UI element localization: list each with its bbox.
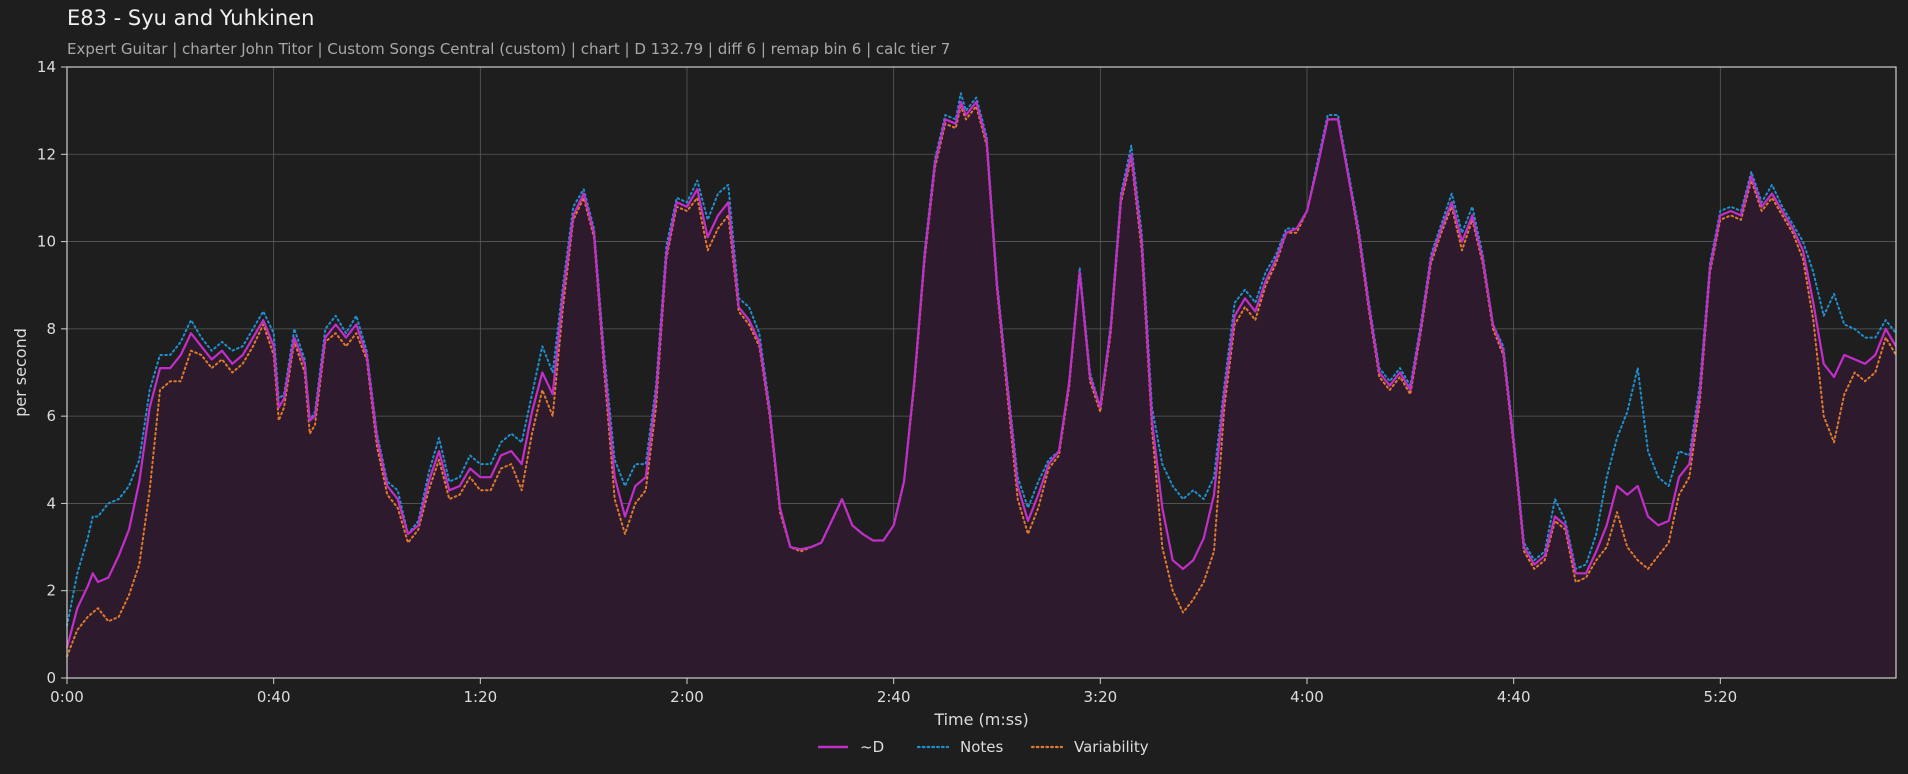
x-tick-label: 2:40 — [877, 688, 911, 706]
line-chart: 0:00 0:40 1:20 2:00 2:40 3:20 4:00 4:40 5:20 0 2 4… — [11, 58, 1897, 756]
d-area-fill — [67, 101, 1896, 678]
legend-item: Notes — [916, 738, 1004, 756]
y-tick-label: 10 — [37, 233, 56, 251]
y-tick-label: 6 — [46, 407, 56, 425]
x-tick-label: 3:20 — [1083, 688, 1117, 706]
y-tick-label: 14 — [37, 58, 56, 76]
x-tick-label: 4:40 — [1497, 688, 1531, 706]
legend-label: Variability — [1074, 738, 1149, 756]
x-tick-label: 0:00 — [50, 688, 84, 706]
legend-item: Variability — [1030, 738, 1149, 756]
x-tick-label: 5:20 — [1703, 688, 1737, 706]
y-tick-label: 12 — [37, 145, 56, 163]
y-axis-label: per second — [11, 328, 30, 417]
y-tick-label: 4 — [46, 494, 56, 512]
x-tick-label: 0:40 — [257, 688, 291, 706]
y-axis: 0 2 4 6 8 10 12 14 — [37, 58, 67, 687]
y-tick-label: 2 — [46, 582, 56, 600]
y-tick-label: 0 — [46, 669, 56, 687]
x-tick-label: 4:00 — [1290, 688, 1324, 706]
x-axis: 0:00 0:40 1:20 2:00 2:40 3:20 4:00 4:40 5:20 — [50, 678, 1737, 706]
legend: ~D Notes Variability — [818, 738, 1149, 756]
legend-item: ~D — [818, 738, 884, 756]
x-tick-label: 2:00 — [670, 688, 704, 706]
y-tick-label: 8 — [46, 320, 56, 338]
legend-label: ~D — [860, 738, 884, 756]
x-tick-label: 1:20 — [463, 688, 497, 706]
x-axis-label: Time (m:ss) — [933, 710, 1028, 729]
legend-label: Notes — [960, 738, 1004, 756]
